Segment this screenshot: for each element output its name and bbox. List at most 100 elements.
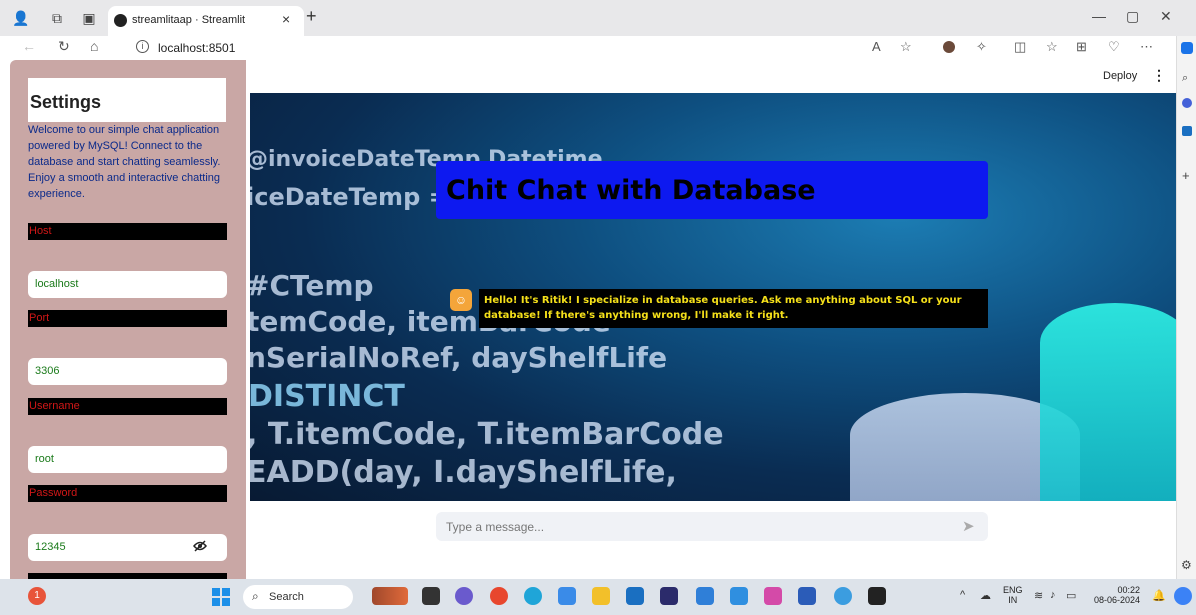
tools-icon[interactable] [1182,98,1192,108]
word-icon[interactable] [798,587,816,605]
bg-code-line: nSerialNoRef, dayShelfLife [250,341,668,374]
terminal-icon[interactable] [868,587,886,605]
back-arrow-icon[interactable]: ← [22,38,36,54]
split-screen-icon[interactable]: ◫ [1014,39,1026,55]
chrome-profile-icon[interactable] [834,587,852,605]
clock[interactable]: 00:22 08-06-2024 [1094,585,1140,605]
bg-code-line: EADD(day, I.dayShelfLife, [250,455,677,490]
app-icon[interactable] [660,587,678,605]
notepad-icon[interactable] [696,587,714,605]
chat-input-area: ➤ [250,501,1176,579]
language-bottom: IN [1008,595,1018,605]
new-tab-button[interactable]: + [306,6,317,27]
read-aloud-icon[interactable]: A [872,39,881,54]
app-icon[interactable] [764,587,782,605]
clock-time: 00:22 [1117,585,1141,595]
add-sidebar-app-icon[interactable]: + [1182,168,1190,183]
clock-date: 08-06-2024 [1094,595,1141,605]
title-banner: Chit Chat with Database [436,161,988,219]
notification-badge[interactable]: 1 [28,587,46,605]
close-window-button[interactable]: ✕ [1160,8,1172,25]
bot-avatar-icon: ☺ [450,289,472,311]
taskbar-widget-icon[interactable] [372,587,408,605]
notification-bell-icon[interactable]: 🔔 [1152,589,1166,602]
page-title: Chit Chat with Database [446,175,816,206]
profile-icon[interactable]: 👤 [12,9,30,27]
address-bar[interactable]: i localhost:8501 [118,38,938,58]
bg-code-line: , T.itemCode, T.itemBarCode [250,417,724,452]
more-options-icon[interactable]: ⋯ [1140,39,1153,55]
windows-taskbar: 1 ⌕ Search ^ ☁ ENG IN ≋ ♪ ▭ 00:22 08-06-… [0,579,1196,615]
extensions-puzzle-icon[interactable]: ✧ [976,39,987,55]
streamlit-favicon-icon [114,14,127,27]
outlook-icon[interactable] [1182,126,1192,136]
chat-message: Hello! It's Ritik! I specialize in datab… [479,289,988,328]
refresh-icon[interactable]: ↻ [58,38,70,55]
search-icon: ⌕ [252,589,259,603]
password-label: Password [28,485,227,502]
settings-header: Settings [28,78,226,122]
language-indicator[interactable]: ENG IN [1003,585,1023,605]
welcome-text: Welcome to our simple chat application p… [28,124,221,200]
edge-icon[interactable] [524,587,542,605]
host-label: Host [28,223,227,240]
mail-icon[interactable] [626,587,644,605]
search-icon[interactable]: ⌕ [1182,72,1188,85]
copilot-taskbar-icon[interactable] [1174,587,1192,605]
deploy-button[interactable]: Deploy [1103,70,1137,82]
host-input[interactable]: localhost [28,271,227,298]
battery-icon[interactable]: ▭ [1066,589,1076,602]
bg-code-line: #CTemp [250,269,374,302]
windows-start-icon[interactable] [212,588,230,606]
bg-code-line: DISTINCT [250,379,405,414]
volume-icon[interactable]: ♪ [1050,589,1056,601]
home-icon[interactable]: ⌂ [90,38,98,54]
browser-side-panel: ⌕ + ⚙ [1176,36,1196,579]
taskbar-search[interactable]: ⌕ Search [243,585,353,609]
tab-title: streamlitaap · Streamlit [132,14,246,26]
app-header: Deploy ⋮ [250,60,1176,93]
browser-toolbar: ← ↻ ⌂ i localhost:8501 A ☆ ✧ ◫ ☆ ⊞ ♡ ⋯ [0,36,1176,60]
app-icon[interactable] [558,587,576,605]
favorite-star-icon[interactable]: ☆ [900,39,912,55]
tab-close-icon[interactable]: × [282,11,290,27]
hide-password-icon[interactable] [193,540,207,552]
browser-tab-active[interactable]: streamlitaap · Streamlit × [108,6,304,36]
sidebar-settings-icon[interactable]: ⚙ [1181,558,1192,572]
username-input[interactable]: root [28,446,227,473]
port-input[interactable]: 3306 [28,358,227,385]
chrome-icon[interactable] [490,587,508,605]
workspaces-icon[interactable]: ⧉ [48,9,66,27]
database-cylinder-graphic [1040,303,1176,501]
restore-button[interactable]: ▢ [1126,8,1139,25]
file-explorer-icon[interactable] [592,587,610,605]
chat-background: @invoiceDateTemp Datetime iceDateTemp = … [250,93,1176,501]
sidebar: Settings Welcome to our simple chat appl… [10,60,246,579]
taskbar-search-label: Search [269,591,304,603]
vscode-icon[interactable] [730,587,748,605]
wifi-icon[interactable]: ≋ [1034,589,1043,602]
extension-icon[interactable] [943,41,955,53]
task-view-icon[interactable] [422,587,440,605]
tab-actions-icon[interactable]: ▣ [80,9,98,27]
url-text[interactable]: localhost:8501 [158,41,235,55]
chat-input[interactable] [436,512,988,541]
minimize-button[interactable]: — [1092,8,1106,24]
language-top: ENG [1003,585,1023,595]
show-hidden-icons-icon[interactable]: ^ [960,589,965,601]
onedrive-icon[interactable]: ☁ [980,589,991,602]
info-icon[interactable]: i [136,40,149,53]
password-input[interactable]: 12345 [28,534,227,561]
browser-tab-bar: 👤 ⧉ ▣ streamlitaap · Streamlit × + — ▢ ✕ [0,0,1196,36]
settings-title: Settings [30,92,102,112]
main-menu-icon[interactable]: ⋮ [1152,67,1166,84]
teams-icon[interactable] [455,587,473,605]
username-label: Username [28,398,227,415]
password-value: 12345 [35,541,66,553]
collections-icon[interactable]: ⊞ [1076,39,1087,55]
send-icon[interactable]: ➤ [962,517,975,535]
favorites-list-icon[interactable]: ☆ [1046,39,1058,55]
port-label: Port [28,310,227,327]
copilot-icon[interactable] [1181,42,1193,54]
performance-icon[interactable]: ♡ [1108,39,1120,55]
